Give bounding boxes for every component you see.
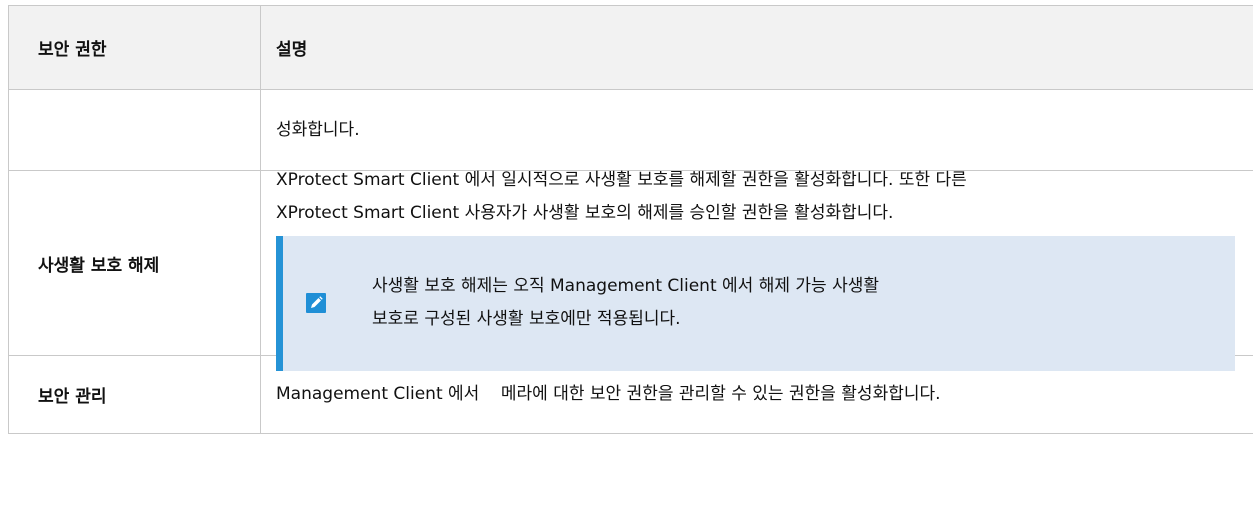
description-line: XProtect Smart Client 에서 일시적으로 사생활 보호를 해… (276, 169, 967, 190)
permission-cell: 사생활 보호 해제 (9, 171, 261, 355)
note-box: 사생활 보호 해제는 오직 Management Client 에서 해제 가능… (276, 235, 1235, 371)
table-header-row: 보안 권한 설명 (9, 6, 1253, 90)
permission-cell (9, 90, 261, 170)
header-description: 설명 (261, 6, 1253, 89)
description-line: XProtect Smart Client 사용자가 사생활 보호의 해제를 승… (276, 202, 894, 223)
permissions-table: 보안 권한 설명 성화합니다. 사생활 보호 해제 XProtect Smart… (8, 5, 1253, 434)
table-row: 보안 관리 Management Client 에서 메라에 대한 보안 권한을… (9, 356, 1253, 434)
note-text: 사생활 보호 해제는 오직 Management Client 에서 해제 가능… (372, 270, 879, 336)
pencil-icon (306, 293, 326, 313)
description-cell: XProtect Smart Client 에서 일시적으로 사생활 보호를 해… (261, 170, 1253, 371)
table-row: 사생활 보호 해제 XProtect Smart Client 에서 일시적으로… (9, 170, 1253, 371)
description-cell: Management Client 에서 메라에 대한 보안 권한을 관리할 수… (261, 356, 1253, 433)
note-line: 보호로 구성된 사생활 보호에만 적용됩니다. (372, 309, 681, 329)
permission-cell: 보안 관리 (9, 356, 261, 433)
note-line: 사생활 보호 해제는 오직 Management Client 에서 해제 가능… (372, 276, 879, 296)
header-security-permission: 보안 권한 (9, 6, 261, 89)
